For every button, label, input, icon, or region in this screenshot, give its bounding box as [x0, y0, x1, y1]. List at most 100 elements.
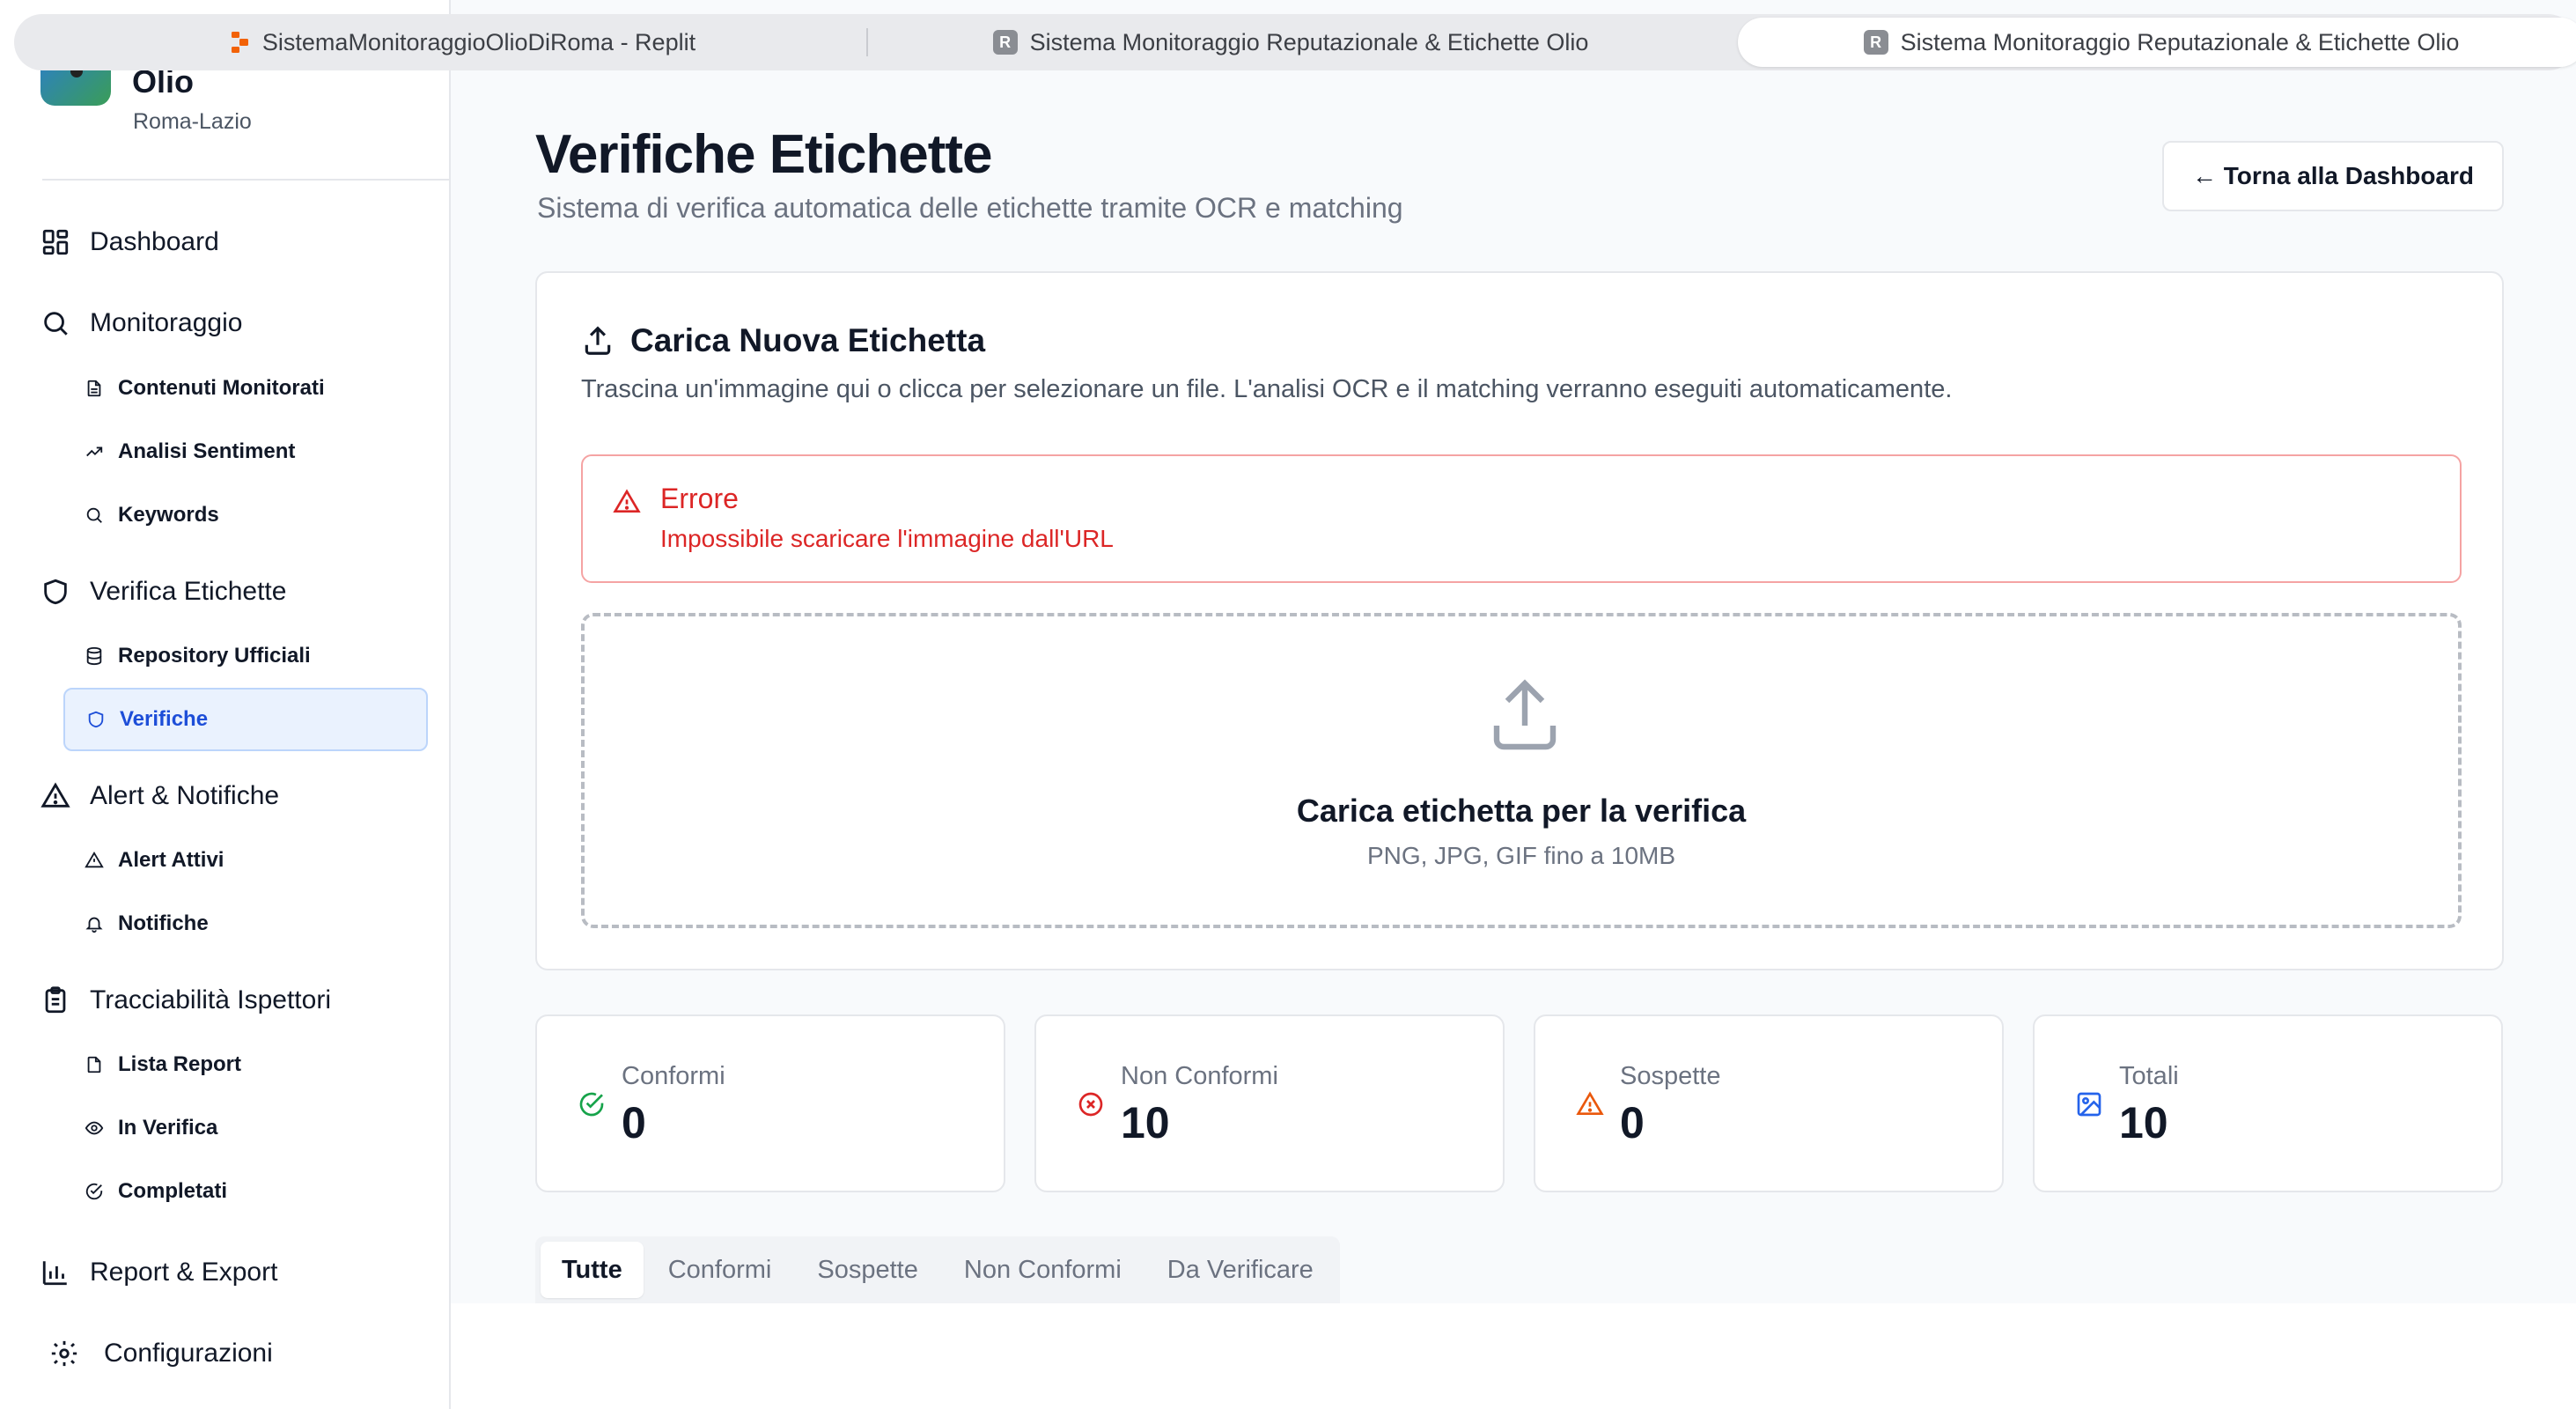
- sidebar-item-label: Analisi Sentiment: [118, 439, 296, 463]
- warning-icon: [40, 782, 70, 808]
- browser-tab-strip: SistemaMonitoraggioOlioDiRoma - Replit R…: [14, 14, 2576, 70]
- tab-sospette[interactable]: Sospette: [796, 1242, 938, 1298]
- bar-chart-icon: [42, 1261, 67, 1286]
- stat-card-conformi: Conformi 0: [535, 1014, 1005, 1192]
- warning-icon: [1576, 1091, 1604, 1115]
- warning-icon: [613, 489, 641, 513]
- check-circle-icon: [579, 1092, 604, 1117]
- nav-config-label: Configurazioni: [104, 1339, 273, 1368]
- dropzone-title: Carica etichetta per la verifica: [1296, 793, 1747, 829]
- upload-card-header: Carica Nuova Etichetta: [581, 322, 985, 359]
- brand-subtitle: Roma-Lazio: [133, 109, 252, 134]
- bell-icon: [85, 917, 103, 933]
- dashboard-icon: [42, 229, 69, 255]
- upload-card-title: Carica Nuova Etichetta: [630, 322, 986, 358]
- nav-alert-notifiche[interactable]: Alert & Notifiche: [40, 781, 279, 811]
- stat-card-totali: Totali 10: [2033, 1014, 2503, 1192]
- browser-tab-active[interactable]: R Sistema Monitoraggio Reputazionale & E…: [1738, 18, 2576, 67]
- stat-label: Totali: [2119, 1062, 2179, 1090]
- upload-icon: [585, 326, 611, 355]
- sidebar-item-completati[interactable]: Completati: [85, 1179, 227, 1204]
- stat-label: Conformi: [622, 1062, 725, 1090]
- sidebar-item-keywords[interactable]: Keywords: [85, 503, 219, 527]
- page-subtitle: Sistema di verifica automatica delle eti…: [537, 192, 1403, 224]
- nav-report-export[interactable]: Report & Export: [40, 1258, 277, 1287]
- warning-icon: [85, 851, 104, 868]
- stat-value: 10: [1121, 1098, 1170, 1147]
- tab-separator: [866, 28, 868, 56]
- stat-card-non-conformi: Non Conformi 10: [1034, 1014, 1505, 1192]
- image-icon: [2077, 1092, 2101, 1117]
- clipboard-icon: [45, 986, 66, 1014]
- nav-configurazioni[interactable]: Configurazioni: [49, 1339, 273, 1368]
- stat-label: Non Conformi: [1121, 1062, 1278, 1090]
- nav-tracciabilita-label: Tracciabilità Ispettori: [90, 985, 331, 1014]
- nav-monitoraggio[interactable]: Monitoraggio: [40, 308, 242, 338]
- check-circle-icon: [85, 1183, 103, 1200]
- sidebar-item-alert-attivi[interactable]: Alert Attivi: [85, 848, 224, 873]
- nav-verifica-etichette[interactable]: Verifica Etichette: [40, 577, 286, 607]
- upload-icon: [1493, 679, 1557, 750]
- shield-icon: [88, 711, 104, 728]
- sidebar-item-lista-report[interactable]: Lista Report: [85, 1052, 241, 1077]
- nav-monitoraggio-label: Monitoraggio: [90, 308, 243, 337]
- sidebar: Olio Roma-Lazio Dashboard Monitoraggio C…: [0, 0, 489, 1409]
- browser-tab[interactable]: R Sistema Monitoraggio Reputazionale & E…: [974, 14, 1608, 70]
- nav-tracciabilita[interactable]: Tracciabilità Ispettori: [40, 985, 331, 1015]
- replit-icon: [231, 32, 248, 53]
- x-circle-icon: [1078, 1092, 1103, 1117]
- sidebar-item-label: Alert Attivi: [118, 848, 224, 872]
- trending-up-icon: [86, 446, 103, 457]
- back-to-dashboard-button[interactable]: ← Torna alla Dashboard: [2162, 141, 2504, 211]
- database-icon: [86, 646, 102, 666]
- stat-card-sospette: Sospette 0: [1534, 1014, 2004, 1192]
- shield-icon: [44, 579, 67, 605]
- nav-verifica-label: Verifica Etichette: [90, 577, 287, 606]
- sidebar-item-label: In Verifica: [118, 1116, 218, 1140]
- sidebar-item-label: Contenuti Monitorati: [118, 376, 325, 400]
- sidebar-item-repository[interactable]: Repository Ufficiali: [85, 644, 311, 668]
- site-favicon: R: [992, 30, 1018, 55]
- tab-da-verificare[interactable]: Da Verificare: [1146, 1242, 1335, 1298]
- sidebar-divider: [42, 179, 489, 181]
- search-icon: [86, 507, 102, 523]
- gear-icon: [51, 1340, 77, 1367]
- sidebar-item-label: Keywords: [118, 503, 219, 527]
- stat-label: Sospette: [1620, 1062, 1721, 1090]
- main-content: Verifiche Etichette Sistema di verifica …: [451, 0, 2576, 1303]
- nav-report-label: Report & Export: [90, 1258, 278, 1287]
- sidebar-item-in-verifica[interactable]: In Verifica: [85, 1116, 217, 1140]
- browser-tab-title: Sistema Monitoraggio Reputazionale & Eti…: [1900, 28, 2460, 55]
- sidebar-item-label: Lista Report: [118, 1052, 242, 1076]
- sidebar-item-notifiche[interactable]: Notifiche: [85, 911, 209, 936]
- upload-card: Carica Nuova Etichetta Trascina un'immag…: [535, 271, 2504, 970]
- sidebar-item-contenuti[interactable]: Contenuti Monitorati: [85, 376, 325, 401]
- tab-non-conformi[interactable]: Non Conformi: [943, 1242, 1143, 1298]
- stats-row: Conformi 0 Non Conformi 10 Sospette 0 To…: [535, 1014, 2504, 1192]
- browser-tab-title: SistemaMonitoraggioOlioDiRoma - Replit: [261, 28, 696, 55]
- error-alert: Errore Impossibile scaricare l'immagine …: [581, 454, 2462, 583]
- eye-icon: [85, 1121, 104, 1135]
- tab-tutte[interactable]: Tutte: [541, 1242, 644, 1298]
- sidebar-item-verifiche[interactable]: Verifiche: [63, 688, 428, 751]
- page-title: Verifiche Etichette: [535, 124, 993, 185]
- sidebar-item-label: Repository Ufficiali: [118, 644, 311, 668]
- stat-value: 10: [2119, 1098, 2168, 1147]
- browser-tab-title: Sistema Monitoraggio Reputazionale & Eti…: [1029, 28, 1589, 55]
- tab-conformi[interactable]: Conformi: [647, 1242, 793, 1298]
- upload-card-description: Trascina un'immagine qui o clicca per se…: [581, 375, 1953, 403]
- stat-value: 0: [622, 1098, 646, 1147]
- nav-dashboard[interactable]: Dashboard: [40, 227, 219, 257]
- stat-value: 0: [1620, 1098, 1645, 1147]
- file-dropzone[interactable]: Carica etichetta per la verifica PNG, JP…: [581, 613, 2462, 928]
- document-icon: [87, 1056, 101, 1073]
- sidebar-item-sentiment[interactable]: Analisi Sentiment: [85, 439, 295, 464]
- nav-dashboard-label: Dashboard: [90, 227, 219, 256]
- sidebar-item-label: Notifiche: [118, 911, 209, 935]
- error-message: Impossibile scaricare l'immagine dall'UR…: [660, 525, 1114, 552]
- sidebar-item-label: Completati: [118, 1179, 228, 1203]
- nav-alert-label: Alert & Notifiche: [90, 781, 280, 810]
- document-icon: [87, 380, 101, 397]
- browser-tab[interactable]: SistemaMonitoraggioOlioDiRoma - Replit: [190, 14, 736, 70]
- filter-tabs: Tutte Conformi Sospette Non Conformi Da …: [535, 1236, 1340, 1303]
